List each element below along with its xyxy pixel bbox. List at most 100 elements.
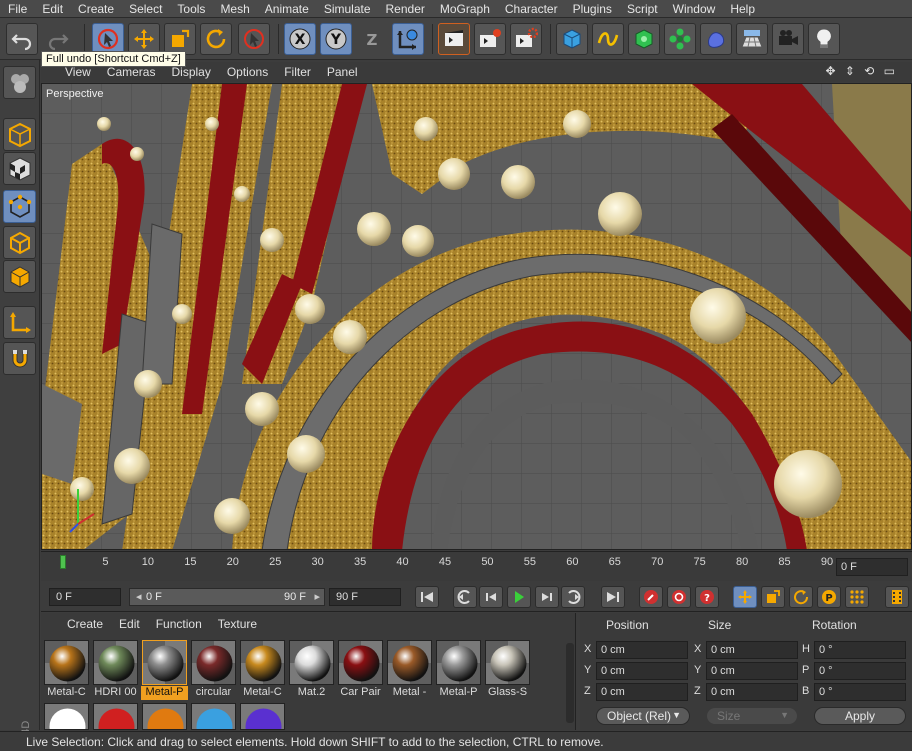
go-to-end-button[interactable]	[601, 586, 625, 608]
timeline-ruler[interactable]: 051015202530354045505560657075808590	[49, 556, 833, 578]
key-rotation-button[interactable]	[789, 586, 813, 608]
perspective-viewport[interactable]: Perspective	[41, 83, 912, 550]
edges-mode-button[interactable]	[3, 226, 36, 259]
viewport-menu-display[interactable]: Display	[163, 65, 218, 79]
material-menu-function[interactable]: Function	[148, 617, 210, 631]
size-x-field[interactable]: 0 cm	[706, 641, 798, 659]
viewport-menu-cameras[interactable]: Cameras	[99, 65, 164, 79]
key-parameter-button[interactable]: P	[817, 586, 841, 608]
position-z-field[interactable]: 0 cm	[596, 683, 688, 701]
z-axis-button[interactable]: Z	[356, 23, 388, 55]
material-swatch[interactable]: Metal-P	[435, 640, 482, 700]
cube-button[interactable]	[556, 23, 588, 55]
menu-mesh[interactable]: Mesh	[212, 2, 256, 16]
render-picture-viewer-button[interactable]	[474, 23, 506, 55]
coordinate-mode-select[interactable]: Object (Rel) ▼	[596, 707, 690, 725]
start-frame-field[interactable]: 0 F	[49, 588, 121, 606]
menu-simulate[interactable]: Simulate	[316, 2, 378, 16]
material-menu-edit[interactable]: Edit	[111, 617, 148, 631]
edit-render-settings-button[interactable]	[510, 23, 542, 55]
spline-button[interactable]	[592, 23, 624, 55]
menu-help[interactable]: Help	[722, 2, 762, 16]
viewport-menu-view[interactable]: View	[57, 65, 99, 79]
snap-button[interactable]	[3, 342, 36, 375]
timeline-button[interactable]	[885, 586, 909, 608]
viewport-menu-panel[interactable]: Panel	[319, 65, 366, 79]
menu-mograph[interactable]: MoGraph	[432, 2, 497, 16]
points-mode-button[interactable]	[3, 190, 36, 223]
timeline[interactable]: 051015202530354045505560657075808590 0 F	[41, 551, 912, 581]
camera-button[interactable]	[772, 23, 804, 55]
material-swatch[interactable]: HDRI 00	[92, 640, 139, 700]
current-frame-field[interactable]: 0 F	[836, 558, 908, 576]
size-y-field[interactable]: 0 cm	[706, 662, 798, 680]
menu-script[interactable]: Script	[619, 2, 665, 16]
light-button[interactable]	[808, 23, 840, 55]
polygons-mode-button[interactable]	[3, 260, 36, 293]
play-button[interactable]	[507, 586, 531, 608]
material-menu-texture[interactable]: Texture	[210, 617, 265, 631]
make-editable-button[interactable]	[3, 66, 36, 99]
nurbs-button[interactable]	[628, 23, 660, 55]
key-scale-button[interactable]	[761, 586, 785, 608]
menu-file[interactable]: File	[0, 2, 34, 16]
apply-button[interactable]: Apply	[814, 707, 906, 725]
material-swatch[interactable]: Metal -	[386, 640, 433, 700]
end-frame-field[interactable]: 90 F	[329, 588, 401, 606]
previous-keyframe-button[interactable]	[453, 586, 477, 608]
menu-select[interactable]: Select	[121, 2, 169, 16]
rotate-button[interactable]	[200, 23, 232, 55]
world-coordinates-button[interactable]	[392, 23, 424, 55]
array-button[interactable]	[664, 23, 696, 55]
autokey-button[interactable]	[667, 586, 691, 608]
viewport-nav-icons[interactable]: ✥ ⇕ ⟲ ▭	[817, 64, 906, 78]
material-swatch[interactable]: Metal-C	[239, 640, 286, 700]
menu-tools[interactable]: Tools	[169, 2, 212, 16]
material-swatch[interactable]: Metal-P	[141, 640, 188, 700]
material-swatch[interactable]: Mat.2	[288, 640, 335, 700]
material-scrollbar[interactable]	[566, 643, 574, 723]
recent-tool-button[interactable]	[238, 23, 270, 55]
keyframe-selection-button[interactable]: ?	[695, 586, 719, 608]
menu-character[interactable]: Character	[497, 2, 565, 16]
x-axis-button[interactable]: X	[284, 23, 316, 55]
next-keyframe-button[interactable]	[561, 586, 585, 608]
position-x-field[interactable]: 0 cm	[596, 641, 688, 659]
toolbar-separator	[84, 24, 85, 54]
key-pla-button[interactable]	[845, 586, 869, 608]
viewport-scene[interactable]	[42, 84, 912, 550]
preview-range-slider[interactable]: ◂ 0 F 90 F ▸	[129, 588, 325, 606]
menu-animate[interactable]: Animate	[257, 2, 316, 16]
viewport-menu-options[interactable]: Options	[219, 65, 276, 79]
size-z-field[interactable]: 0 cm	[706, 683, 798, 701]
material-swatch[interactable]: Glass-S	[484, 640, 531, 700]
texture-mode-button[interactable]	[3, 152, 36, 185]
menu-render[interactable]: Render	[378, 2, 432, 16]
render-view-button[interactable]	[438, 23, 470, 55]
go-to-start-button[interactable]	[415, 586, 439, 608]
next-frame-button[interactable]	[535, 586, 559, 608]
menu-create[interactable]: Create	[70, 2, 121, 16]
menu-window[interactable]: Window	[665, 2, 723, 16]
viewport-menu-filter[interactable]: Filter	[276, 65, 319, 79]
material-swatch[interactable]: circular	[190, 640, 237, 700]
floor-button[interactable]	[736, 23, 768, 55]
rotation-h-field[interactable]: 0 °	[814, 641, 906, 659]
material-swatch[interactable]: Car Pair	[337, 640, 384, 700]
key-position-button[interactable]	[733, 586, 757, 608]
deformer-button[interactable]	[700, 23, 732, 55]
menu-plugins[interactable]: Plugins	[565, 2, 619, 16]
rotation-p-field[interactable]: 0 °	[814, 662, 906, 680]
previous-frame-button[interactable]	[479, 586, 503, 608]
y-axis-button[interactable]: Y	[320, 23, 352, 55]
axis-mode-button[interactable]	[3, 306, 36, 339]
material-swatch[interactable]: Metal-C	[43, 640, 90, 700]
rotation-b-field[interactable]: 0 °	[814, 683, 906, 701]
position-y-field[interactable]: 0 cm	[596, 662, 688, 680]
undo-button[interactable]	[6, 23, 38, 55]
timeline-playhead[interactable]	[60, 555, 66, 569]
material-menu-create[interactable]: Create	[59, 617, 111, 631]
model-mode-button[interactable]	[3, 118, 36, 151]
menu-edit[interactable]: Edit	[34, 2, 70, 16]
record-button[interactable]	[639, 586, 663, 608]
